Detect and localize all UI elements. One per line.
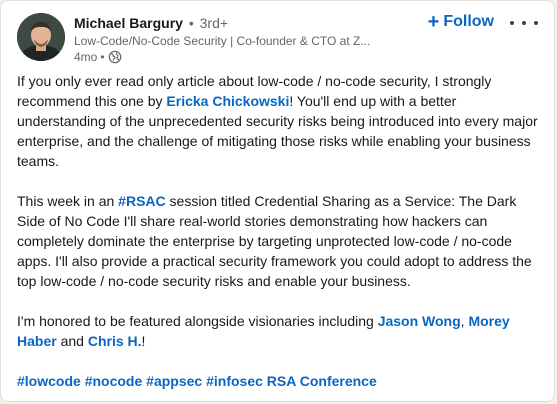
- post-paragraph-3: I'm honored to be featured alongside vis…: [17, 311, 545, 351]
- meta-dot: •: [100, 50, 105, 64]
- post-body: If you only ever read only article about…: [17, 71, 545, 391]
- mention-ericka-chickowski[interactable]: Ericka Chickowski: [166, 93, 289, 109]
- more-options-button[interactable]: [510, 15, 538, 31]
- post-paragraph-2: This week in an #RSAC session titled Cre…: [17, 191, 545, 291]
- globe-icon: [108, 50, 122, 64]
- ellipsis-icon-dot-3: [534, 21, 538, 25]
- mention-rsa-conference[interactable]: RSA Conference: [267, 373, 377, 389]
- hashtag-lowcode[interactable]: #lowcode: [17, 373, 81, 389]
- author-name[interactable]: Michael Bargury: [74, 15, 183, 31]
- paragraph-text: !: [141, 333, 146, 349]
- follow-label: Follow: [443, 13, 494, 30]
- paragraph-text: This week in an: [17, 193, 119, 209]
- ellipsis-icon-dot-1: [510, 21, 514, 25]
- hashtag-line: #lowcode #nocode #appsec #infosec RSA Co…: [17, 371, 545, 391]
- post-header: Michael Bargury • 3rd+ Low-Code/No-Code …: [17, 11, 542, 67]
- author-headline: Low-Code/No-Code Security | Co-founder &…: [74, 34, 371, 48]
- actor-info: Michael Bargury • 3rd+ Low-Code/No-Code …: [74, 13, 404, 65]
- post-paragraph-1: If you only ever read only article about…: [17, 71, 545, 171]
- paragraph-text: I'm honored to be featured alongside vis…: [17, 313, 378, 329]
- mention-jason-wong[interactable]: Jason Wong: [378, 313, 461, 329]
- post-meta: 4mo •: [74, 49, 404, 65]
- ellipsis-icon-dot-2: [522, 21, 526, 25]
- hashtag-appsec[interactable]: #appsec: [146, 373, 202, 389]
- mention-chris-h[interactable]: Chris H.: [88, 333, 142, 349]
- paragraph-text: and: [56, 333, 88, 349]
- avatar-photo: [17, 13, 65, 61]
- hashtag-rsac[interactable]: #RSAC: [118, 193, 165, 209]
- separator-dot: •: [188, 15, 194, 31]
- hashtag-infosec[interactable]: #infosec: [206, 373, 263, 389]
- name-row: Michael Bargury • 3rd+: [74, 13, 404, 33]
- feed-post-card: Michael Bargury • 3rd+ Low-Code/No-Code …: [0, 0, 555, 402]
- plus-icon: +: [427, 11, 440, 33]
- avatar[interactable]: [17, 13, 65, 61]
- post-age: 4mo: [74, 50, 98, 64]
- connection-degree: 3rd+: [199, 15, 229, 31]
- follow-button[interactable]: + Follow: [428, 11, 494, 33]
- hashtag-nocode[interactable]: #nocode: [85, 373, 143, 389]
